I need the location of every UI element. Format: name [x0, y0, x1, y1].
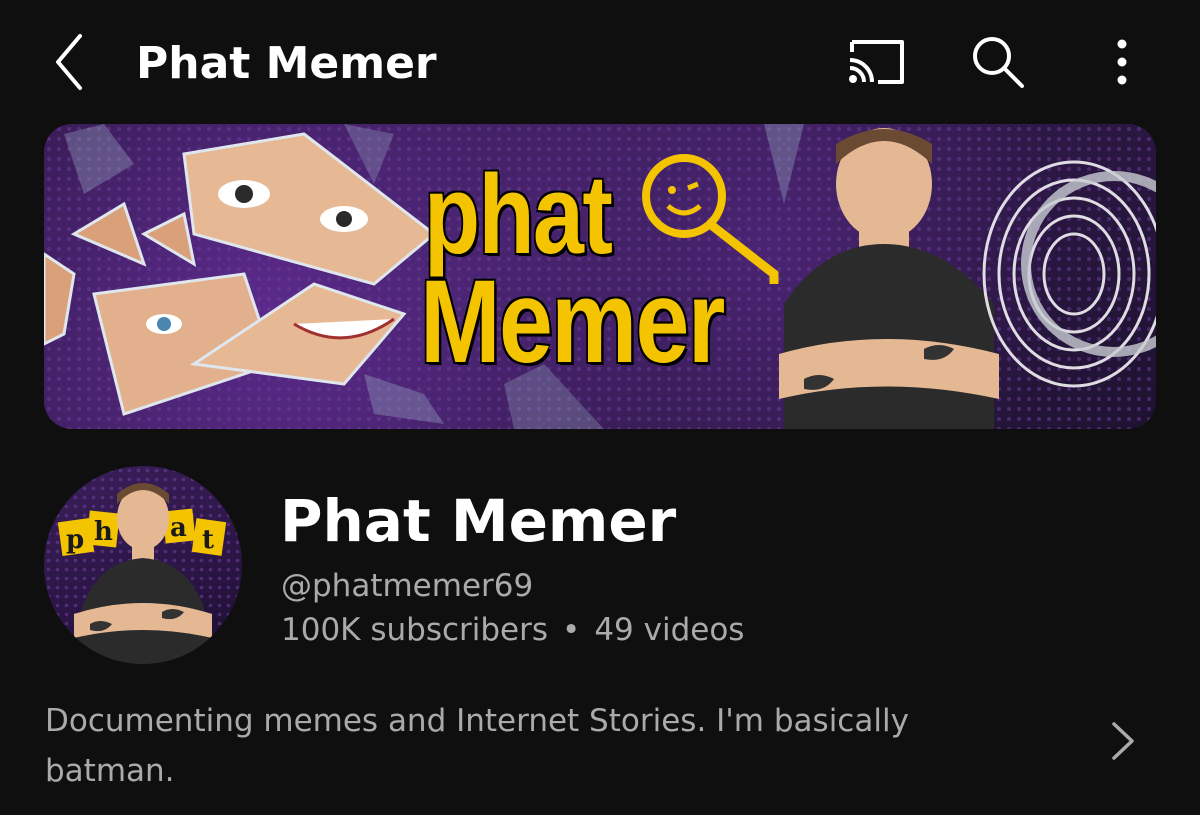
- banner-logo-line1: phat: [424, 152, 613, 277]
- cast-button[interactable]: [844, 36, 908, 88]
- avatar-letter: h: [94, 517, 113, 547]
- stats-separator: •: [562, 612, 581, 648]
- top-app-bar: Phat Memer: [0, 0, 1200, 124]
- channel-name: Phat Memer: [280, 487, 677, 555]
- avatar-letter: a: [170, 513, 187, 543]
- channel-banner: phat Memer: [44, 124, 1156, 429]
- page-title: Phat Memer: [136, 38, 437, 89]
- search-button[interactable]: [968, 32, 1028, 92]
- channel-description[interactable]: Documenting memes and Internet Stories. …: [45, 696, 1005, 796]
- subscriber-count: 100K subscribers: [281, 612, 549, 648]
- channel-stats: 100K subscribers • 49 videos: [281, 610, 744, 650]
- back-button[interactable]: [40, 30, 96, 94]
- channel-avatar[interactable]: p h a t: [44, 466, 242, 664]
- avatar-image: p h a t: [44, 466, 242, 664]
- chevron-right-icon: [1112, 722, 1134, 760]
- more-options-button[interactable]: [1104, 34, 1140, 90]
- more-vert-icon: [1117, 39, 1127, 85]
- description-expand-button[interactable]: [1102, 718, 1142, 764]
- video-count: 49 videos: [594, 612, 745, 648]
- banner-logo-line2: Memer: [420, 256, 725, 388]
- back-arrow-icon: [56, 34, 82, 90]
- avatar-letter: t: [202, 525, 214, 555]
- channel-handle: @phatmemer69: [281, 568, 534, 604]
- cast-icon: [849, 40, 904, 84]
- avatar-letter: p: [66, 525, 84, 555]
- search-icon: [973, 37, 1024, 88]
- channel-page: Phat Memer phat Memer p h a t Phat Memer…: [0, 0, 1200, 815]
